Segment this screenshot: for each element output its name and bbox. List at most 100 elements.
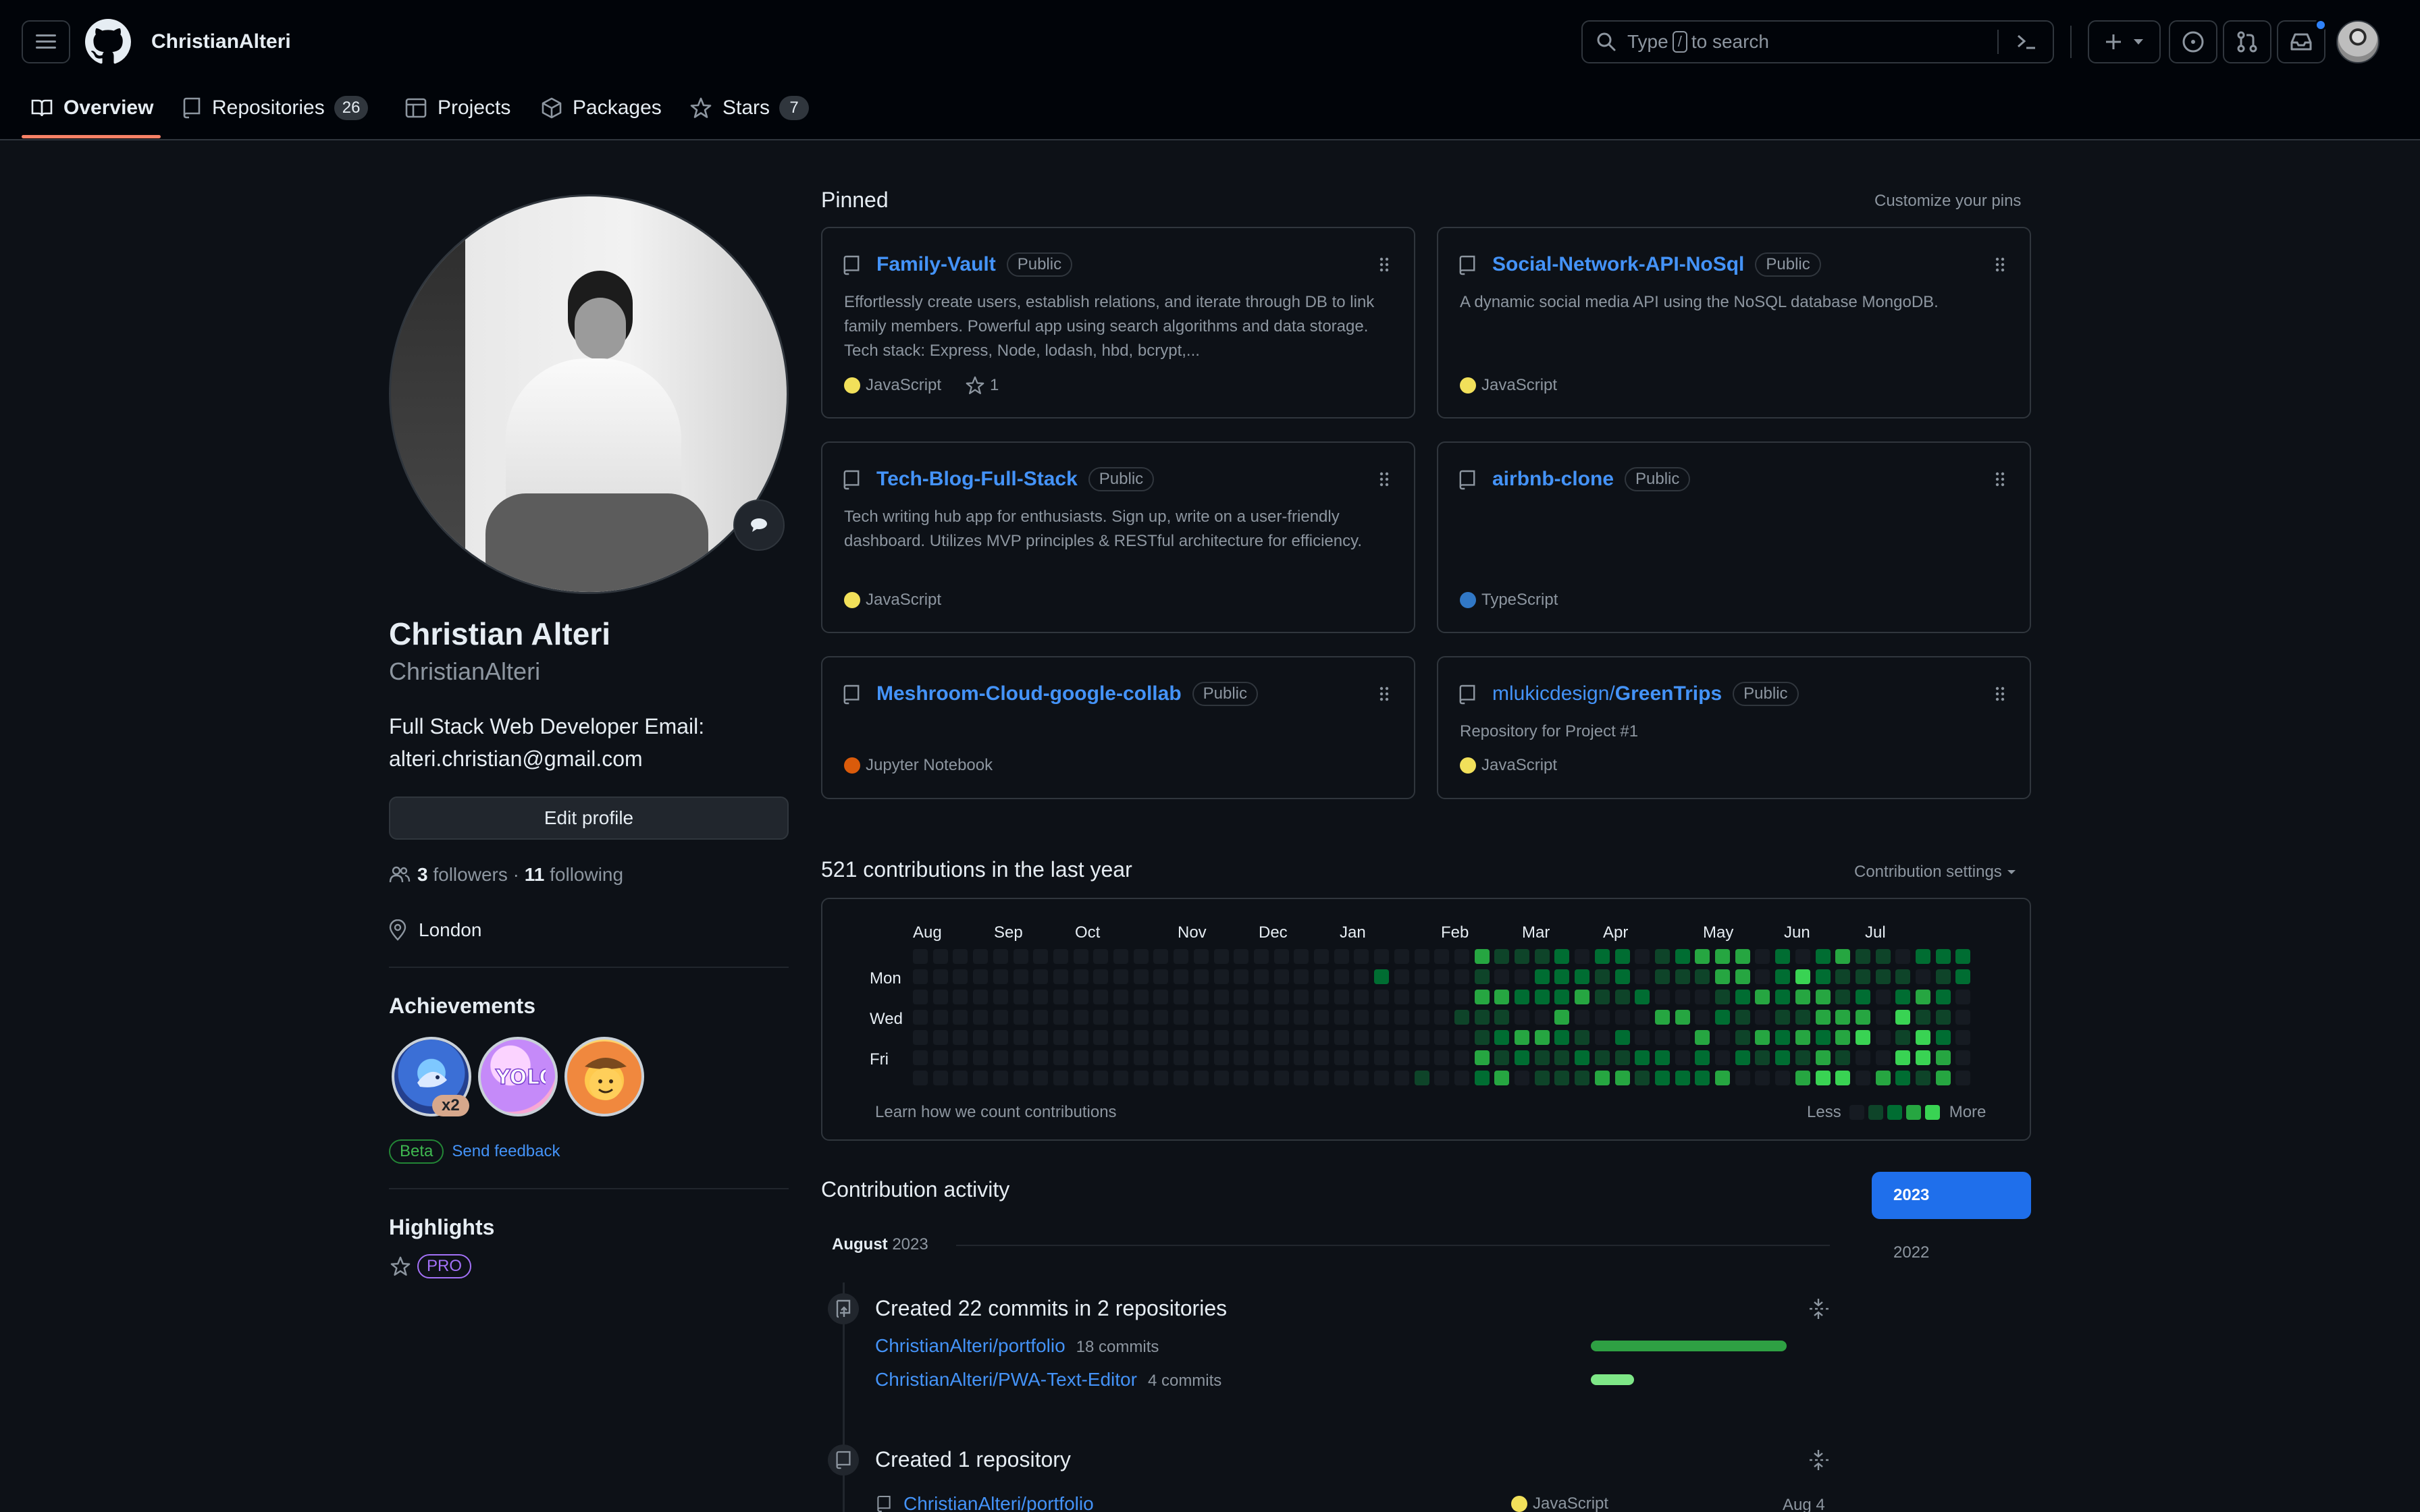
contribution-day[interactable] (1093, 969, 1109, 984)
contribution-day[interactable] (1474, 1071, 1490, 1085)
contribution-day[interactable] (1193, 949, 1209, 964)
contribution-day[interactable] (993, 1050, 1008, 1065)
contribution-day[interactable] (1534, 969, 1550, 984)
contribution-day[interactable] (1133, 1010, 1149, 1025)
contribution-day[interactable] (1554, 949, 1570, 964)
contribution-day[interactable] (1955, 1050, 1971, 1065)
pinned-repo-link[interactable]: Social-Network-API-NoSql (1492, 253, 1744, 276)
contribution-day[interactable] (1314, 990, 1329, 1004)
contribution-day[interactable] (1715, 969, 1730, 984)
contribution-day[interactable] (1273, 969, 1289, 984)
contribution-day[interactable] (1635, 1030, 1650, 1045)
contribution-day[interactable] (973, 1071, 989, 1085)
contribution-day[interactable] (1735, 969, 1750, 984)
contribution-day[interactable] (1875, 969, 1891, 984)
contribution-day[interactable] (1955, 1071, 1971, 1085)
contribution-day[interactable] (1053, 1010, 1068, 1025)
contribution-day[interactable] (1755, 1071, 1770, 1085)
contribution-day[interactable] (953, 1010, 968, 1025)
contribution-day[interactable] (1554, 1030, 1570, 1045)
contribution-day[interactable] (1955, 1030, 1971, 1045)
contribution-day[interactable] (1033, 949, 1049, 964)
contribution-day[interactable] (1253, 949, 1269, 964)
tab-repositories[interactable]: Repositories 26 (182, 86, 369, 130)
contribution-day[interactable] (1113, 969, 1128, 984)
contribution-day[interactable] (1515, 1010, 1529, 1025)
contribution-day[interactable] (1735, 949, 1750, 964)
repo-owner[interactable]: mlukicdesign/ (1492, 682, 1615, 705)
contribution-day[interactable] (1314, 1050, 1329, 1065)
contribution-day[interactable] (1193, 969, 1209, 984)
contribution-day[interactable] (1775, 949, 1791, 964)
followers-count[interactable]: 3 (417, 864, 428, 886)
contribution-day[interactable] (1334, 1071, 1349, 1085)
contribution-day[interactable] (1434, 1010, 1450, 1025)
contribution-day[interactable] (1374, 1050, 1390, 1065)
contribution-day[interactable] (1354, 1071, 1369, 1085)
contribution-day[interactable] (1755, 1010, 1770, 1025)
contribution-day[interactable] (1695, 949, 1710, 964)
contribution-day[interactable] (1614, 1071, 1630, 1085)
contribution-day[interactable] (1755, 969, 1770, 984)
search-input[interactable]: Type / to search (1581, 20, 2054, 63)
contribution-day[interactable] (1855, 1030, 1870, 1045)
contribution-day[interactable] (1695, 990, 1710, 1004)
contribution-day[interactable] (1133, 969, 1149, 984)
contribution-day[interactable] (1193, 990, 1209, 1004)
create-new-button[interactable] (2088, 20, 2161, 63)
contribution-day[interactable] (1735, 1050, 1750, 1065)
contribution-day[interactable] (1113, 1071, 1128, 1085)
contribution-day[interactable] (1935, 1030, 1951, 1045)
header-username[interactable]: ChristianAlteri (151, 30, 291, 53)
pinned-repo-link[interactable]: airbnb-clone (1492, 468, 1614, 491)
contribution-day[interactable] (1575, 1071, 1590, 1085)
contribution-day[interactable] (953, 1050, 968, 1065)
tab-projects[interactable]: Projects (405, 86, 510, 130)
contribution-day[interactable] (1515, 949, 1529, 964)
contribution-day[interactable] (1374, 1030, 1390, 1045)
contribution-day[interactable] (1253, 1050, 1269, 1065)
contribution-day[interactable] (1654, 969, 1670, 984)
contribution-day[interactable] (1815, 1050, 1831, 1065)
contribution-day[interactable] (1253, 1071, 1269, 1085)
contribution-day[interactable] (973, 969, 989, 984)
contribution-day[interactable] (1594, 949, 1610, 964)
contribution-day[interactable] (1715, 990, 1730, 1004)
contribution-day[interactable] (973, 990, 989, 1004)
contribution-day[interactable] (1815, 949, 1831, 964)
contribution-settings[interactable]: Contribution settings (1854, 863, 2017, 882)
contribution-day[interactable] (1073, 1050, 1088, 1065)
contribution-day[interactable] (1815, 990, 1831, 1004)
contribution-day[interactable] (1314, 949, 1329, 964)
contribution-day[interactable] (1895, 1030, 1911, 1045)
contribution-day[interactable] (1614, 969, 1630, 984)
contribution-day[interactable] (1855, 1010, 1870, 1025)
contribution-day[interactable] (1554, 1050, 1570, 1065)
contribution-day[interactable] (1394, 1010, 1409, 1025)
contribution-day[interactable] (1594, 1010, 1610, 1025)
year-2022-button[interactable]: 2022 (1893, 1243, 1929, 1262)
contribution-day[interactable] (1916, 1071, 1930, 1085)
contribution-day[interactable] (1735, 1010, 1750, 1025)
contribution-day[interactable] (993, 969, 1008, 984)
contribution-day[interactable] (1374, 949, 1390, 964)
contribution-day[interactable] (1715, 1030, 1730, 1045)
contribution-day[interactable] (1093, 990, 1109, 1004)
contribution-day[interactable] (1374, 990, 1390, 1004)
contribution-day[interactable] (1294, 1030, 1309, 1045)
contribution-day[interactable] (1715, 949, 1730, 964)
contribution-day[interactable] (973, 1030, 989, 1045)
contribution-day[interactable] (1654, 990, 1670, 1004)
contribution-day[interactable] (1314, 969, 1329, 984)
contribution-day[interactable] (1434, 949, 1450, 964)
contribution-day[interactable] (1575, 1050, 1590, 1065)
contribution-day[interactable] (1654, 1030, 1670, 1045)
contribution-day[interactable] (1394, 1050, 1409, 1065)
contribution-day[interactable] (1875, 1071, 1891, 1085)
contribution-day[interactable] (1494, 1071, 1510, 1085)
contribution-day[interactable] (1735, 1030, 1750, 1045)
contribution-day[interactable] (1554, 1071, 1570, 1085)
contribution-day[interactable] (913, 1030, 928, 1045)
contribution-day[interactable] (1474, 969, 1490, 984)
achievement-quickdraw[interactable] (564, 1037, 644, 1116)
